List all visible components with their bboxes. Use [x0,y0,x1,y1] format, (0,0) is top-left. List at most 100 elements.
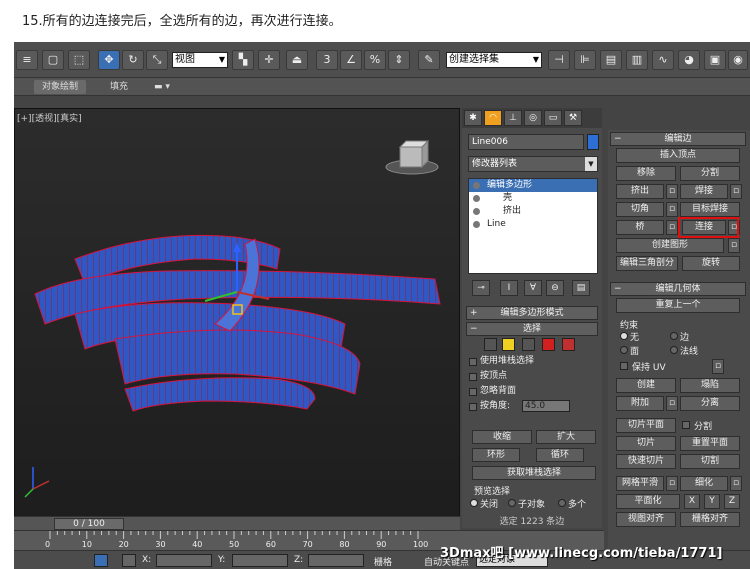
x-coord-field[interactable] [156,554,212,567]
viewcube-icon[interactable] [385,139,439,175]
lightbulb-icon[interactable] [473,208,480,215]
attach-button[interactable]: 附加 [616,396,664,411]
selection-header[interactable]: − 选择 [466,322,598,336]
pin-stack-icon[interactable]: ⊸ [472,280,490,296]
edge-level-icon[interactable] [502,338,515,351]
rotate-icon[interactable]: ↻ [122,50,144,70]
render-icon[interactable]: ◉ [728,50,748,70]
ignore-backfacing-check[interactable]: 忽略背面 [466,384,598,399]
ribbon-options-icon[interactable]: ▬ ▾ [146,80,178,94]
object-name-field[interactable]: Line006 [468,134,584,150]
collapse-button[interactable]: 塌陷 [680,378,740,393]
detach-button[interactable]: 分离 [680,396,740,411]
attach-list-icon[interactable]: ▫ [666,396,678,411]
stack-item-edit-poly[interactable]: 编辑多边形 [469,179,597,192]
checkbox[interactable] [469,373,477,381]
turn-button[interactable]: 旋转 [682,256,740,271]
graphite-toggle-icon[interactable]: ▥ [626,50,648,70]
modifier-list-select[interactable]: 修改器列表 ▼ [468,156,598,172]
stack-item-line[interactable]: Line [469,218,597,231]
bridge-button[interactable]: 桥 [616,220,664,235]
planar-z-button[interactable]: Z [724,494,740,509]
element-level-icon[interactable] [562,338,575,351]
tab-motion-icon[interactable]: ◎ [524,110,542,126]
constraint-normal-radio[interactable] [670,346,678,354]
make-unique-icon[interactable]: ∀ [524,280,542,296]
meshsmooth-settings-icon[interactable]: ▫ [666,476,678,491]
target-weld-button[interactable]: 目标焊接 [680,202,740,217]
layer-manager-icon[interactable]: ▤ [600,50,622,70]
preview-off-radio[interactable] [470,499,478,507]
edit-named-selection-icon[interactable]: ✎ [418,50,440,70]
edit-geometry-header[interactable]: − 编辑几何体 [610,282,746,296]
border-level-icon[interactable] [522,338,535,351]
angle-spinner[interactable]: 45.0 [522,400,570,412]
loop-button[interactable]: 循环 [536,448,584,462]
tab-hierarchy-icon[interactable]: ⊥ [504,110,522,126]
preserve-uv-settings-icon[interactable]: ▫ [712,359,724,374]
y-coord-field[interactable] [232,554,288,567]
tab-display-icon[interactable]: ▭ [544,110,562,126]
time-slider[interactable]: 0 / 100 [54,518,124,530]
select-region-icon[interactable]: ▢ [42,50,64,70]
configure-modifier-sets-icon[interactable]: ▤ [572,280,590,296]
material-editor-icon[interactable]: ◕ [678,50,700,70]
bridge-settings-icon[interactable]: ▫ [666,220,678,235]
constraint-face-radio[interactable] [620,346,628,354]
edit-edges-header[interactable]: − 编辑边 [610,132,746,146]
lightbulb-icon[interactable] [473,195,480,202]
weld-settings-icon[interactable]: ▫ [730,184,742,199]
object-color-swatch[interactable] [587,134,599,150]
by-vertex-check[interactable]: 按顶点 [466,369,598,384]
tessellate-button[interactable]: 细化 [680,476,728,491]
curve-editor-icon[interactable]: ∿ [652,50,674,70]
tab-object-paint[interactable]: 对象绘制 [34,80,87,94]
use-stack-selection-check[interactable]: 使用堆栈选择 [466,354,598,369]
stack-item-shell[interactable]: 壳 [469,192,597,205]
stack-item-extrude[interactable]: 挤出 [469,205,597,218]
extrude-button[interactable]: 挤出 [616,184,664,199]
angle-snap-icon[interactable]: ∠ [340,50,362,70]
tab-modify-icon[interactable]: ◠ [484,110,502,126]
spinner-snap-icon[interactable]: ⇕ [388,50,410,70]
meshsmooth-button[interactable]: 网格平滑 [616,476,664,491]
select-manipulate-icon[interactable]: ✛ [258,50,280,70]
move-icon[interactable]: ✥ [98,50,120,70]
edit-tri-button[interactable]: 编辑三角剖分 [616,256,678,271]
remove-button[interactable]: 移除 [616,166,676,181]
mirror-icon[interactable]: ⊣ [548,50,570,70]
chamfer-button[interactable]: 切角 [616,202,664,217]
select-filter-icon[interactable]: ≡ [16,50,38,70]
tessellate-settings-icon[interactable]: ▫ [730,476,742,491]
ring-button[interactable]: 环形 [472,448,520,462]
quickslice-button[interactable]: 快速切片 [616,454,676,469]
tab-utilities-icon[interactable]: ⚒ [564,110,582,126]
constraint-none-radio[interactable] [620,332,628,340]
window-crossing-icon[interactable]: ⬚ [68,50,90,70]
show-end-result-icon[interactable]: Ⅰ [500,280,518,296]
create-button[interactable]: 创建 [616,378,676,393]
preview-multi-radio[interactable] [558,499,566,507]
checkbox[interactable] [469,388,477,396]
z-coord-field[interactable] [308,554,364,567]
preserve-uv-checkbox[interactable] [620,362,628,370]
cut-button[interactable]: 切割 [680,454,740,469]
grow-button[interactable]: 扩大 [536,430,596,444]
percent-snap-icon[interactable]: % [364,50,386,70]
constraint-edge-radio[interactable] [670,332,678,340]
create-shape-settings-icon[interactable]: ▫ [728,238,740,253]
create-shape-button[interactable]: 创建图形 [616,238,724,253]
get-stack-selection-button[interactable]: 获取堆栈选择 [472,466,596,480]
viewport-label[interactable]: [+][透视][真实] [17,111,82,124]
grid-align-button[interactable]: 栅格对齐 [680,512,740,527]
named-selection-set-select[interactable]: 创建选择集 ▼ [446,52,542,68]
lightbulb-icon[interactable] [473,182,480,189]
lightbulb-icon[interactable] [473,221,480,228]
chamfer-settings-icon[interactable]: ▫ [666,202,678,217]
weld-button[interactable]: 焊接 [680,184,728,199]
slice-plane-button[interactable]: 切片平面 [616,418,676,433]
shrink-button[interactable]: 收缩 [472,430,532,444]
pivot-icon[interactable]: ▚ [232,50,254,70]
polygon-level-icon[interactable] [542,338,555,351]
repeat-last-button[interactable]: 重复上一个 [616,298,740,313]
